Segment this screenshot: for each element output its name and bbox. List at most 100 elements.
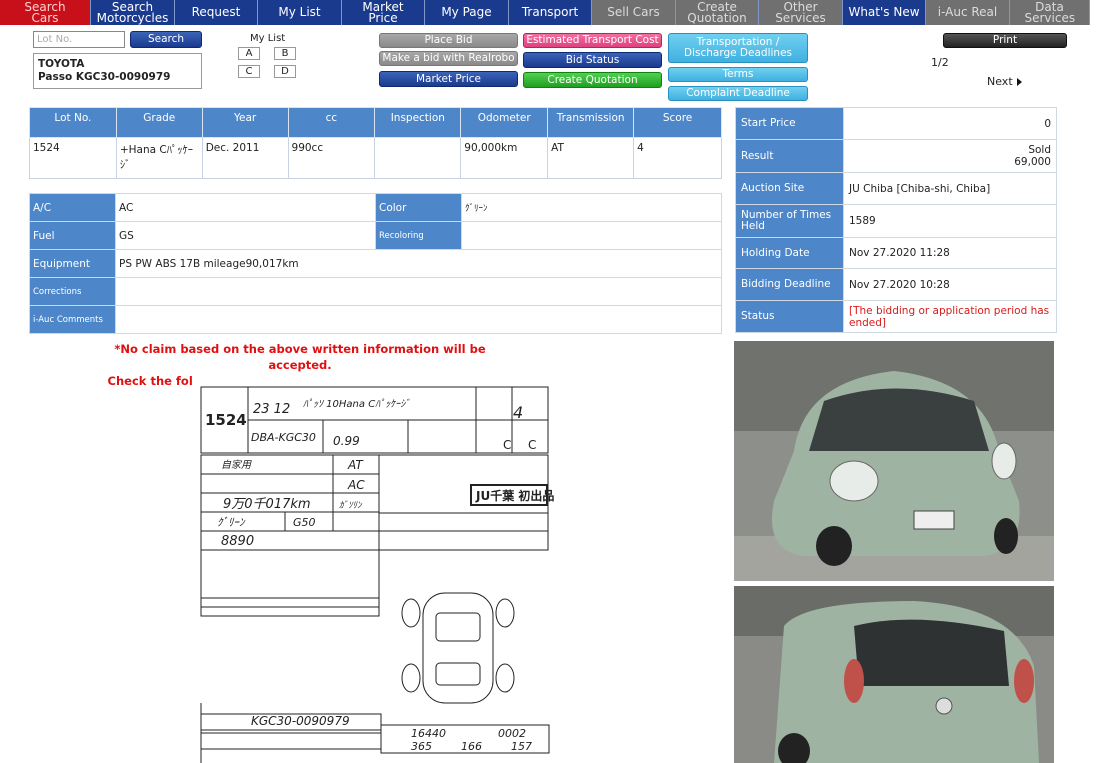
nav-create-quotation[interactable]: Create Quotation bbox=[676, 0, 759, 25]
vehicle-model: Passo KGC30-0090979 bbox=[38, 71, 171, 83]
make-bid-realrobo-button[interactable]: Make a bid with Realrobo bbox=[379, 51, 518, 66]
sheet-type: DBA-KGC30 bbox=[251, 431, 316, 444]
times-held-label: Number of Times Held bbox=[735, 204, 844, 238]
sheet-stamp: JU千葉 初出品 bbox=[475, 488, 554, 503]
nav-my-list[interactable]: My List bbox=[258, 0, 342, 25]
sheet-chassis: KGC30-0090979 bbox=[251, 714, 350, 728]
spec-header-row: Lot No. Grade Year cc Inspection Odomete… bbox=[29, 107, 722, 138]
nav-transport[interactable]: Transport bbox=[509, 0, 592, 25]
nav-other-services[interactable]: Other Services bbox=[759, 0, 843, 25]
spec-cell-odometer: 90,000km bbox=[460, 137, 549, 179]
spec-header: Score bbox=[633, 107, 722, 138]
nav-label: Sell Cars bbox=[607, 5, 660, 19]
spec-header: Odometer bbox=[460, 107, 549, 138]
nav-label: What's New bbox=[848, 5, 920, 19]
sheet-exterior: C bbox=[528, 438, 536, 452]
terms-button[interactable]: Terms bbox=[668, 67, 808, 82]
transport-deadlines-button[interactable]: Transportation / Discharge Deadlines bbox=[668, 33, 808, 63]
sheet-dim-1: 365 bbox=[411, 740, 432, 753]
sheet-color: ｸﾞﾘｰﾝ bbox=[217, 516, 246, 529]
detail-table: A/C AC Color ｸﾞﾘｰﾝ Fuel GS Recoloring Eq… bbox=[29, 193, 722, 334]
result-price: 69,000 bbox=[1014, 156, 1051, 168]
market-price-button[interactable]: Market Price bbox=[379, 71, 518, 87]
nav-label: My Page bbox=[441, 5, 492, 19]
nav-i-auc-real[interactable]: i-Auc Real bbox=[926, 0, 1010, 25]
sheet-number: 8890 bbox=[221, 534, 254, 549]
caret-right-icon bbox=[1016, 78, 1022, 86]
auction-sheet-image[interactable]: 1524 23 12 ﾊﾟｯｿ 10Hana Cﾊﾟｯｹｰｼﾞ DBA-KGC3… bbox=[193, 373, 555, 763]
nav-label: Search Motorcycles bbox=[96, 0, 169, 25]
nav-label: Market Price bbox=[362, 0, 404, 25]
vehicle-title: TOYOTA Passo KGC30-0090979 bbox=[33, 53, 202, 89]
bidding-deadline-label: Bidding Deadline bbox=[735, 268, 844, 301]
print-button[interactable]: Print bbox=[943, 33, 1067, 48]
next-label: Next bbox=[987, 75, 1013, 88]
nav-label: Search Cars bbox=[24, 0, 66, 25]
create-quotation-button[interactable]: Create Quotation bbox=[523, 72, 662, 88]
spec-header: Year bbox=[201, 107, 289, 138]
warning-line-1: *No claim based on the above written inf… bbox=[114, 342, 486, 372]
nav-label: Transport bbox=[521, 5, 579, 19]
lot-number-input[interactable]: Lot No. bbox=[33, 31, 125, 48]
my-list-slot-d[interactable]: D bbox=[274, 65, 296, 78]
spec-cell-transmission: AT bbox=[547, 137, 635, 179]
sheet-model: ﾊﾟｯｿ 10Hana Cﾊﾟｯｹｰｼﾞ bbox=[303, 398, 410, 410]
color-value: ｸﾞﾘｰﾝ bbox=[461, 193, 722, 222]
fuel-value: GS bbox=[115, 221, 376, 250]
result-label: Result bbox=[735, 139, 844, 173]
corrections-value bbox=[115, 277, 722, 306]
sheet-score: 4 bbox=[513, 403, 523, 422]
next-link[interactable]: Next bbox=[987, 75, 1022, 88]
status-label: Status bbox=[735, 300, 844, 333]
spec-cell-lot: 1524 bbox=[29, 137, 117, 179]
nav-label: Request bbox=[191, 5, 241, 19]
equipment-label: Equipment bbox=[29, 249, 116, 278]
table-row: Result Sold 69,000 bbox=[735, 139, 1057, 173]
sheet-dim-3: 157 bbox=[511, 740, 532, 753]
holding-date-label: Holding Date bbox=[735, 237, 844, 269]
sheet-fuel: ｶﾞｿﾘﾝ bbox=[339, 500, 363, 511]
estimated-transport-cost-button[interactable]: Estimated Transport Cost bbox=[523, 33, 662, 48]
nav-search-cars[interactable]: Search Cars bbox=[0, 0, 91, 25]
bid-status-button[interactable]: Bid Status bbox=[523, 52, 662, 68]
holding-date-value: Nov 27.2020 11:28 bbox=[843, 237, 1057, 269]
nav-search-motorcycles[interactable]: Search Motorcycles bbox=[91, 0, 175, 25]
nav-sell-cars[interactable]: Sell Cars bbox=[592, 0, 676, 25]
sheet-usage: 自家用 bbox=[221, 459, 252, 471]
nav-data-services[interactable]: Data Services bbox=[1010, 0, 1090, 25]
equipment-value: PS PW ABS 17B mileage90,017km bbox=[115, 249, 722, 278]
table-row: Number of Times Held 1589 bbox=[735, 204, 1057, 238]
nav-market-price[interactable]: Market Price bbox=[342, 0, 425, 25]
nav-label: i-Auc Real bbox=[937, 5, 998, 19]
spec-header: Transmission bbox=[547, 107, 635, 138]
spec-cell-inspection bbox=[374, 137, 462, 179]
top-navigation: Search Cars Search Motorcycles Request M… bbox=[0, 0, 1100, 25]
car-photo-front[interactable] bbox=[734, 341, 1054, 581]
nav-label: Create Quotation bbox=[687, 0, 747, 25]
table-row: i-Auc Comments bbox=[29, 305, 722, 334]
search-button[interactable]: Search bbox=[130, 31, 202, 48]
recoloring-value bbox=[461, 221, 722, 250]
car-photo-rear[interactable] bbox=[734, 586, 1054, 763]
nav-whats-new[interactable]: What's New bbox=[843, 0, 926, 25]
nav-request[interactable]: Request bbox=[175, 0, 258, 25]
my-list-slot-b[interactable]: B bbox=[274, 47, 296, 60]
nav-label: Data Services bbox=[1024, 0, 1076, 25]
result-value: Sold 69,000 bbox=[843, 139, 1057, 173]
color-label: Color bbox=[375, 193, 462, 222]
recoloring-label: Recoloring bbox=[375, 221, 462, 250]
spec-cell-year: Dec. 2011 bbox=[201, 137, 289, 179]
table-row: Fuel GS Recoloring bbox=[29, 221, 722, 250]
table-row: Start Price 0 bbox=[735, 107, 1057, 140]
my-list-label: My List bbox=[250, 33, 286, 44]
auction-info-table: Start Price 0 Result Sold 69,000 Auction… bbox=[735, 107, 1057, 333]
my-list-slot-a[interactable]: A bbox=[238, 47, 260, 60]
complaint-deadline-button[interactable]: Complaint Deadline bbox=[668, 86, 808, 101]
sheet-dim-2: 166 bbox=[461, 740, 482, 753]
table-row: Status [The bidding or application perio… bbox=[735, 300, 1057, 333]
my-list-slot-c[interactable]: C bbox=[238, 65, 260, 78]
spec-cell-cc: 990cc bbox=[287, 137, 376, 179]
place-bid-button[interactable]: Place Bid bbox=[379, 33, 518, 48]
status-value: [The bidding or application period has e… bbox=[843, 300, 1057, 333]
nav-my-page[interactable]: My Page bbox=[425, 0, 509, 25]
